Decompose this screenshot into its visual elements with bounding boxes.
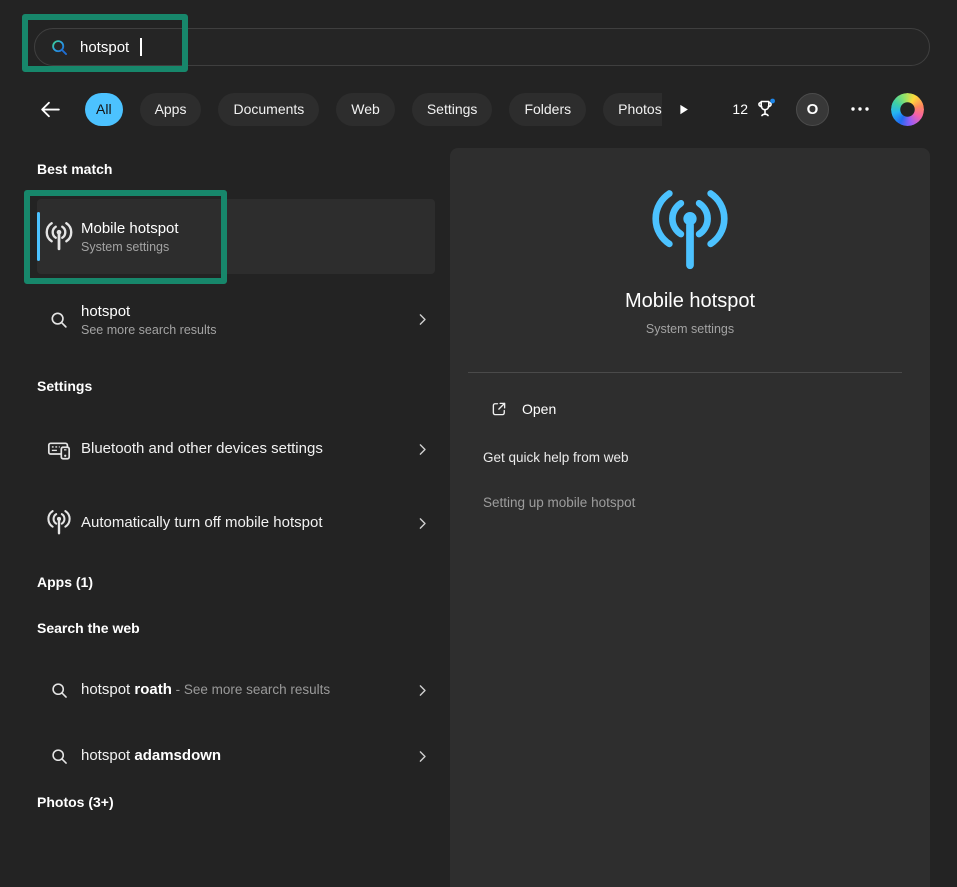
preview-title: Mobile hotspot	[450, 290, 930, 313]
rewards-points: 12	[732, 101, 748, 117]
web-query-bold: adamsdown	[134, 747, 221, 764]
help-link-setting-up-hotspot[interactable]: Setting up mobile hotspot	[483, 495, 635, 510]
web-query-prefix: hotspot	[81, 747, 134, 764]
result-title: hotspot	[81, 303, 409, 320]
selection-accent-bar	[37, 212, 40, 261]
tabs-overflow-arrow-icon[interactable]	[676, 102, 691, 117]
devices-icon	[37, 436, 81, 463]
rewards-button[interactable]: 12	[732, 97, 777, 121]
result-web-hotspot-adamsdown[interactable]: hotspot adamsdown	[37, 733, 435, 779]
tab-web[interactable]: Web	[336, 93, 395, 126]
chevron-right-icon	[409, 311, 435, 328]
filter-tabs-row: All Apps Documents Web Settings Folders …	[38, 92, 691, 126]
result-subtitle: System settings	[81, 240, 435, 254]
search-the-web-header: Search the web	[37, 620, 140, 636]
windows-search-flyout: hotspot All Apps Documents Web Settings …	[0, 0, 957, 887]
photos-header: Photos (3+)	[37, 794, 114, 810]
web-query-bold: roath	[134, 681, 172, 698]
search-input[interactable]: hotspot	[34, 28, 930, 66]
rewards-trophy-icon	[753, 97, 777, 121]
result-see-more-search[interactable]: hotspot See more search results	[37, 292, 435, 347]
avatar[interactable]: O	[796, 93, 829, 126]
search-query-text: hotspot	[80, 39, 129, 56]
tab-settings[interactable]: Settings	[412, 93, 493, 126]
back-button[interactable]	[38, 96, 64, 122]
result-title: Bluetooth and other devices settings	[81, 436, 339, 462]
open-action[interactable]: Open	[490, 400, 556, 418]
mobile-hotspot-icon	[642, 190, 738, 274]
tab-documents[interactable]: Documents	[218, 93, 319, 126]
quick-help-header: Get quick help from web	[483, 450, 930, 465]
text-caret	[140, 38, 142, 56]
result-subtitle: See more search results	[81, 323, 409, 337]
tab-apps[interactable]: Apps	[140, 93, 202, 126]
apps-header: Apps (1)	[37, 574, 93, 590]
chevron-right-icon	[409, 515, 435, 532]
result-bluetooth-settings[interactable]: Bluetooth and other devices settings	[37, 413, 435, 485]
result-title: Mobile hotspot	[81, 220, 435, 237]
search-icon	[37, 746, 81, 767]
search-icon	[49, 37, 70, 58]
web-query-prefix: hotspot	[81, 681, 134, 698]
best-match-header: Best match	[37, 161, 112, 177]
copilot-icon[interactable]	[891, 93, 924, 126]
hotspot-icon	[37, 510, 81, 536]
divider	[468, 372, 902, 373]
result-title: Automatically turn off mobile hotspot	[81, 510, 339, 536]
result-web-hotspot-roath[interactable]: hotspot roath - See more search results	[37, 655, 435, 725]
more-options-icon[interactable]	[848, 97, 872, 121]
avatar-initial: O	[807, 101, 819, 118]
web-query-suffix: - See more search results	[172, 682, 330, 697]
tab-folders[interactable]: Folders	[509, 93, 586, 126]
settings-header: Settings	[37, 378, 92, 394]
preview-subtitle: System settings	[450, 322, 930, 336]
topbar-right-cluster: 12 O	[732, 92, 924, 126]
search-icon	[37, 680, 81, 701]
chevron-right-icon	[409, 682, 435, 699]
result-mobile-hotspot[interactable]: Mobile hotspot System settings	[37, 199, 435, 274]
hotspot-icon	[37, 222, 81, 252]
result-auto-turn-off-hotspot[interactable]: Automatically turn off mobile hotspot	[37, 487, 435, 559]
tab-photos[interactable]: Photos	[603, 93, 662, 126]
chevron-right-icon	[409, 748, 435, 765]
search-icon	[37, 309, 81, 331]
open-label: Open	[522, 401, 556, 417]
tab-all[interactable]: All	[85, 93, 123, 126]
open-external-icon	[490, 400, 508, 418]
chevron-right-icon	[409, 441, 435, 458]
preview-panel: Mobile hotspot System settings Open Get …	[450, 148, 930, 887]
